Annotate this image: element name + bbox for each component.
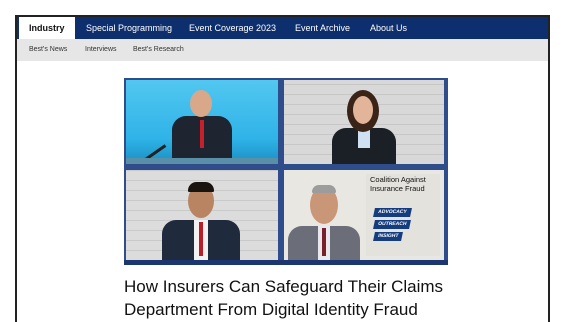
logo-tag-insight: INSIGHT: [373, 232, 404, 241]
tab-event-archive[interactable]: Event Archive: [295, 17, 350, 39]
coalition-logo: Coalition Against Insurance Fraud ADVOCA…: [366, 174, 440, 256]
browser-frame: Industry Special Programming Event Cover…: [15, 15, 550, 322]
desk: [126, 158, 278, 164]
guest-3-hair: [312, 185, 336, 193]
secondary-nav: Best's News Interviews Best's Research: [17, 39, 548, 61]
guest-2-hair: [188, 182, 214, 192]
video-panel-guest-2: [126, 170, 278, 260]
guest-2-tie: [199, 222, 203, 256]
subnav-bests-news[interactable]: Best's News: [29, 39, 67, 61]
host-tie: [200, 120, 204, 148]
tab-industry[interactable]: Industry: [19, 17, 75, 39]
guest-3-tie: [322, 228, 326, 256]
subnav-interviews[interactable]: Interviews: [85, 39, 117, 61]
video-panel-host: [126, 80, 278, 164]
logo-tag-outreach: OUTREACH: [373, 220, 412, 229]
tab-special-programming[interactable]: Special Programming: [86, 17, 172, 39]
video-thumbnail[interactable]: Coalition Against Insurance Fraud ADVOCA…: [124, 78, 448, 265]
video-panel-guest-3: Coalition Against Insurance Fraud ADVOCA…: [284, 170, 444, 260]
tab-event-coverage-2023[interactable]: Event Coverage 2023: [189, 17, 276, 39]
headline-line-1: How Insurers Can Safeguard Their Claims: [124, 277, 444, 296]
subnav-bests-research[interactable]: Best's Research: [133, 39, 184, 61]
headline-line-2: Department From Digital Identity Fraud: [124, 300, 418, 319]
host-head: [190, 90, 212, 117]
video-panel-guest-1: [284, 80, 444, 164]
coalition-logo-text: Coalition Against Insurance Fraud: [370, 175, 426, 193]
primary-nav: Industry Special Programming Event Cover…: [17, 17, 548, 39]
guest-1-head: [353, 96, 373, 124]
article-headline[interactable]: How Insurers Can Safeguard Their Claims …: [124, 275, 504, 321]
tab-about-us[interactable]: About Us: [370, 17, 407, 39]
guest-1-shirt: [358, 130, 370, 148]
logo-tag-advocacy: ADVOCACY: [373, 208, 412, 217]
video-bottom-bar: [124, 260, 448, 265]
